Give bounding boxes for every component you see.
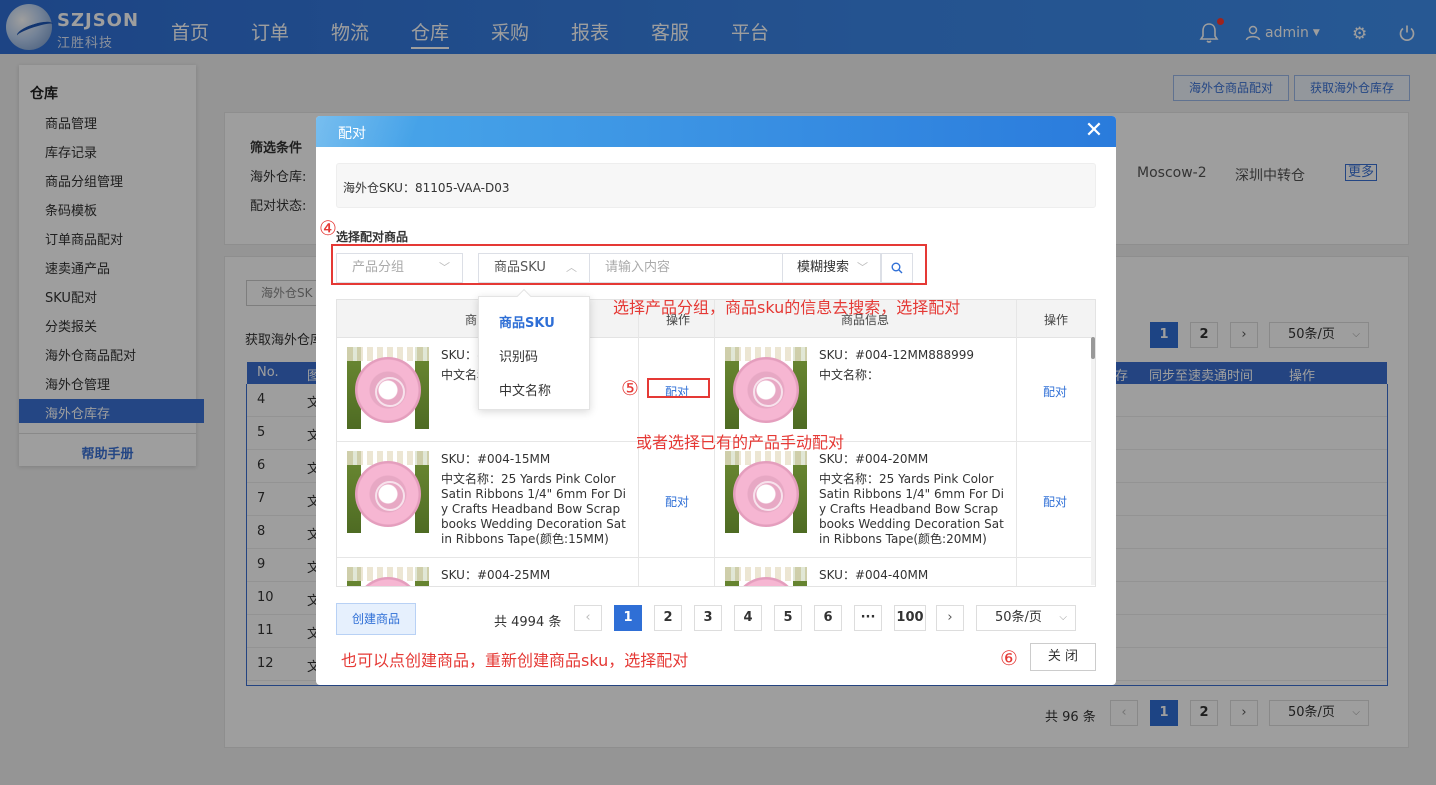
step-4-marker: ④ bbox=[319, 216, 337, 240]
dialog-header bbox=[316, 116, 1116, 147]
step-6-marker: ⑥ bbox=[1000, 646, 1018, 670]
modal-page-button[interactable]: 1 bbox=[614, 605, 642, 631]
overseas-sku-box: 海外仓SKU：81105-VAA-D03 bbox=[336, 163, 1096, 208]
modal-page-size-select[interactable]: 50条/页 ⌵ bbox=[976, 605, 1076, 631]
product-thumbnail bbox=[725, 567, 807, 586]
dropdown-option-sku[interactable]: 商品SKU bbox=[499, 312, 555, 331]
modal-page-ellipsis[interactable]: ··· bbox=[854, 605, 882, 631]
modal-page-button[interactable]: 3 bbox=[694, 605, 722, 631]
product-sku: SKU：#004-15MM bbox=[441, 452, 551, 466]
product-name: 中文名称： bbox=[819, 368, 880, 382]
search-controls-highlight bbox=[331, 244, 927, 285]
create-product-button[interactable]: 创建商品 bbox=[336, 603, 416, 635]
product-sku: SKU：#004-40MM bbox=[819, 568, 929, 582]
grid-scrollbar-track[interactable] bbox=[1091, 337, 1095, 585]
product-sku: SKU：#004-25MM bbox=[441, 568, 551, 582]
pair-link-highlight bbox=[647, 378, 710, 398]
dropdown-option-chinese-name[interactable]: 中文名称 bbox=[499, 380, 551, 399]
product-thumbnail bbox=[347, 347, 429, 429]
pair-link[interactable]: 配对 bbox=[1035, 383, 1075, 400]
dropdown-option-identifier[interactable]: 识别码 bbox=[499, 346, 538, 365]
overseas-sku-text: 海外仓SKU：81105-VAA-D03 bbox=[343, 181, 510, 195]
pair-link[interactable]: 配对 bbox=[1035, 493, 1075, 510]
annotation-search-note: 选择产品分组，商品sku的信息去搜索，选择配对 bbox=[613, 298, 961, 317]
product-thumbnail bbox=[725, 451, 807, 533]
modal-next-page-button[interactable]: › bbox=[936, 605, 964, 631]
dialog-title: 配对 bbox=[338, 126, 366, 142]
close-icon[interactable]: ✕ bbox=[1082, 119, 1106, 143]
product-thumbnail bbox=[347, 451, 429, 533]
step-5-marker: ⑤ bbox=[621, 376, 639, 400]
annotation-manual-note: 或者选择已有的产品手动配对 bbox=[636, 433, 845, 452]
pair-link[interactable]: 配对 bbox=[657, 493, 697, 510]
grid-scrollbar-thumb[interactable] bbox=[1091, 337, 1095, 359]
search-field-dropdown: 商品SKU 识别码 中文名称 bbox=[478, 288, 590, 410]
modal-page-button[interactable]: 4 bbox=[734, 605, 762, 631]
product-thumbnail bbox=[347, 567, 429, 586]
modal-page-button[interactable]: 5 bbox=[774, 605, 802, 631]
product-sku: SKU：#004-12MM888999 bbox=[819, 348, 975, 362]
pairing-dialog: 配对 ✕ 海外仓SKU：81105-VAA-D03 选择配对商品 产品分组 ﹀ 商… bbox=[316, 116, 1116, 685]
annotation-create-note: 也可以点创建商品，重新创建商品sku，选择配对 bbox=[341, 651, 689, 670]
close-button[interactable]: 关 闭 bbox=[1030, 643, 1096, 671]
modal-page-button[interactable]: 100 bbox=[894, 605, 926, 631]
grid-header-actions-right: 操作 bbox=[1043, 313, 1068, 327]
product-sku: SKU：#004-20MM bbox=[819, 452, 929, 466]
select-product-label: 选择配对商品 bbox=[336, 230, 409, 244]
modal-total-count: 共 4994 条 bbox=[494, 615, 562, 630]
product-thumbnail bbox=[725, 347, 807, 429]
modal-prev-page-button[interactable]: ‹ bbox=[574, 605, 602, 631]
product-name: 中文名称：25 Yards Pink Color Satin Ribbons 1… bbox=[819, 472, 1004, 546]
product-name: 中文名称：25 Yards Pink Color Satin Ribbons 1… bbox=[441, 472, 626, 546]
modal-page-button[interactable]: 2 bbox=[654, 605, 682, 631]
modal-page-button[interactable]: 6 bbox=[814, 605, 842, 631]
